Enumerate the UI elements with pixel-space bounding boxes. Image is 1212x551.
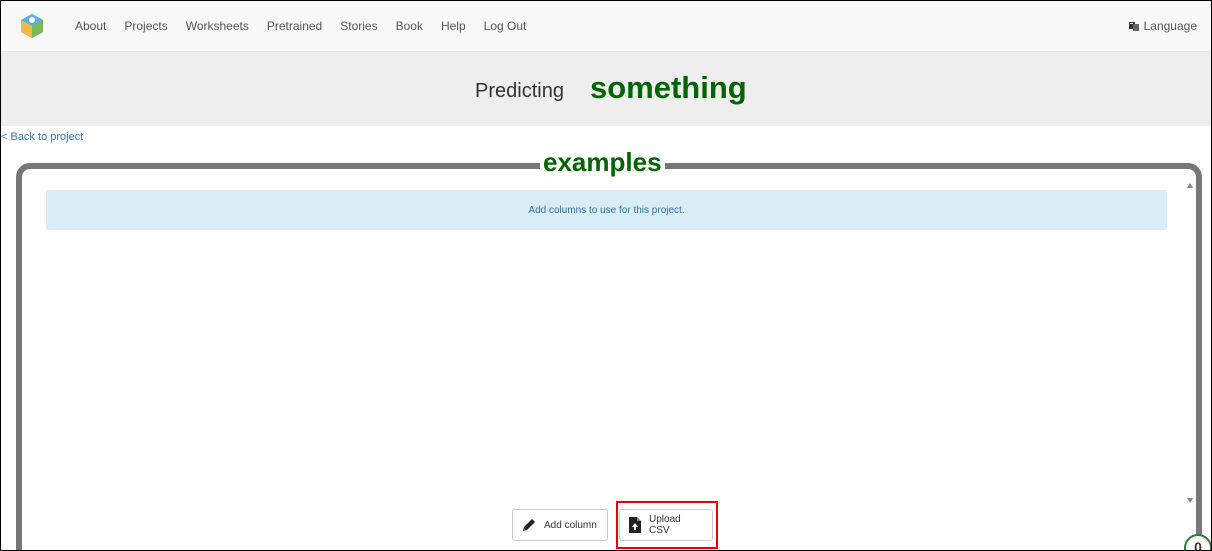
add-column-label: Add column (544, 519, 597, 531)
nav-projects[interactable]: Projects (124, 19, 167, 33)
nav-logout[interactable]: Log Out (484, 19, 527, 33)
language-menu[interactable]: Language (1128, 1, 1197, 51)
nav-help[interactable]: Help (441, 19, 466, 33)
nav-about[interactable]: About (75, 19, 106, 33)
scroll-down-arrow-icon[interactable] (1187, 498, 1193, 503)
nav-stories[interactable]: Stories (340, 19, 377, 33)
add-column-button[interactable]: Add column (512, 509, 608, 541)
project-name: something (590, 70, 747, 105)
title-bar: Predicting something (1, 52, 1211, 126)
nav-worksheets[interactable]: Worksheets (186, 19, 249, 33)
count-value: 0 (1194, 539, 1202, 551)
language-flag-icon (1128, 22, 1139, 31)
app-frame: About Projects Worksheets Pretrained Sto… (0, 0, 1212, 551)
info-message: Add columns to use for this project. (46, 190, 1167, 230)
info-text: Add columns to use for this project. (528, 204, 685, 216)
pencil-icon (523, 519, 535, 531)
title-prefix: Predicting (475, 80, 564, 102)
nav-book[interactable]: Book (396, 19, 423, 33)
ml-logo-icon[interactable] (19, 13, 45, 39)
top-navbar: About Projects Worksheets Pretrained Sto… (1, 1, 1211, 52)
nav-links: About Projects Worksheets Pretrained Sto… (75, 1, 544, 51)
scroll-up-arrow-icon[interactable] (1187, 183, 1193, 188)
nav-pretrained[interactable]: Pretrained (267, 19, 322, 33)
examples-title: examples (540, 147, 665, 177)
back-to-project-link[interactable]: < Back to project (1, 131, 83, 143)
count-badge: 0 (1184, 534, 1211, 551)
language-label: Language (1143, 19, 1197, 33)
highlight-box (616, 501, 718, 549)
